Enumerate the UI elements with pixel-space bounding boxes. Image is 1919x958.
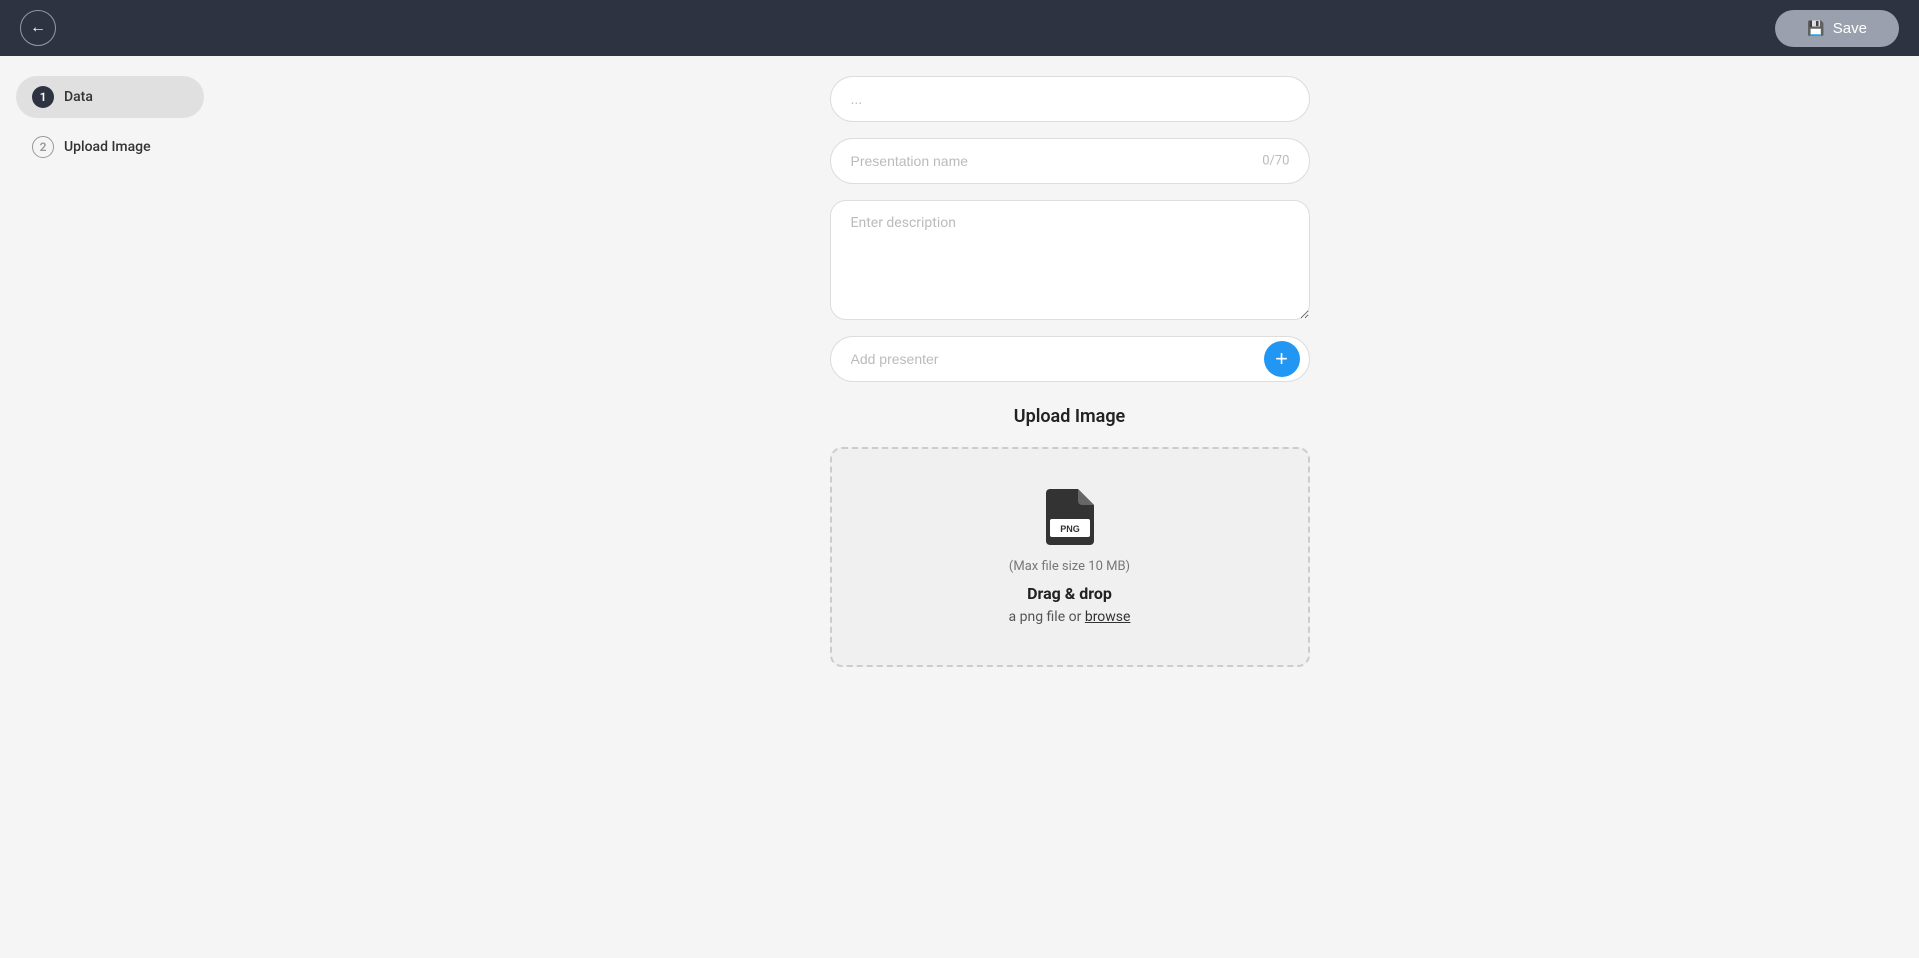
step-badge-2: 2 xyxy=(32,136,54,158)
sidebar-item-data[interactable]: 1 Data xyxy=(16,76,204,118)
sidebar-item-label-upload-image: Upload Image xyxy=(64,139,151,155)
png-file-icon: PNG xyxy=(1046,489,1094,545)
max-size-text: (Max file size 10 MB) xyxy=(1009,559,1130,574)
upload-section: Upload Image PNG (Max file size 10 MB) D… xyxy=(830,406,1310,667)
step-badge-1: 1 xyxy=(32,86,54,108)
content-area: 0/70 + Upload Image PNG xyxy=(220,56,1919,958)
plus-icon: + xyxy=(1275,348,1288,370)
browse-prefix: a png file or xyxy=(1009,609,1082,625)
top-input-field[interactable] xyxy=(830,76,1310,122)
back-arrow-icon: ← xyxy=(30,19,46,37)
char-count: 0/70 xyxy=(1262,154,1289,169)
drag-drop-text: Drag & drop xyxy=(1027,584,1112,603)
presentation-name-input[interactable] xyxy=(830,138,1310,184)
form-section: 0/70 + xyxy=(830,76,1310,382)
sidebar: 1 Data 2 Upload Image xyxy=(0,56,220,958)
description-textarea[interactable] xyxy=(830,200,1310,320)
upload-dropzone[interactable]: PNG (Max file size 10 MB) Drag & drop a … xyxy=(830,447,1310,667)
presenter-input[interactable] xyxy=(830,336,1310,382)
upload-section-title: Upload Image xyxy=(1014,406,1126,427)
top-input-wrapper xyxy=(830,76,1310,122)
add-presenter-button[interactable]: + xyxy=(1264,341,1300,377)
presenter-wrapper: + xyxy=(830,336,1310,382)
header: ← 💾 Save xyxy=(0,0,1919,56)
svg-text:PNG: PNG xyxy=(1060,524,1080,534)
presentation-name-wrapper: 0/70 xyxy=(830,138,1310,184)
sidebar-item-upload-image[interactable]: 2 Upload Image xyxy=(16,126,204,168)
sidebar-item-label-data: Data xyxy=(64,89,93,105)
browse-text: a png file or browse xyxy=(1009,609,1131,625)
browse-link[interactable]: browse xyxy=(1085,609,1131,625)
main-layout: 1 Data 2 Upload Image 0/70 xyxy=(0,56,1919,958)
save-icon: 💾 xyxy=(1807,20,1824,37)
save-button[interactable]: 💾 Save xyxy=(1775,10,1899,47)
save-button-label: Save xyxy=(1833,20,1867,37)
back-button[interactable]: ← xyxy=(20,10,56,46)
